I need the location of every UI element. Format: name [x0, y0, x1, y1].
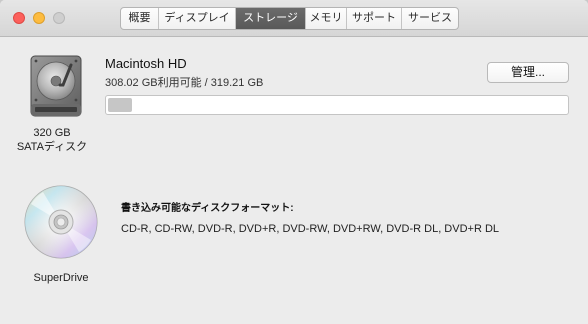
zoom-button[interactable]: [53, 12, 65, 24]
volume-name: Macintosh HD: [105, 56, 187, 71]
volume-usage-text: 308.02 GB利用可能 / 319.21 GB: [105, 77, 264, 89]
optical-disc-icon: [24, 185, 98, 259]
tab-displays[interactable]: ディスプレイ: [159, 8, 236, 29]
manage-button[interactable]: 管理...: [487, 62, 569, 83]
close-button[interactable]: [13, 12, 25, 24]
tab-service[interactable]: サービス: [402, 8, 458, 29]
optical-drive-name: SuperDrive: [33, 272, 89, 284]
disk-type-label: SATAディスク: [16, 141, 88, 153]
storage-usage-fill: [108, 98, 133, 112]
writable-formats-list: CD-R, CD-RW, DVD-R, DVD+R, DVD-RW, DVD+R…: [121, 223, 500, 235]
tab-support[interactable]: サポート: [347, 8, 402, 29]
minimize-button[interactable]: [33, 12, 45, 24]
disk-caption: 320 GB SATAディスク: [10, 126, 94, 154]
hard-drive-icon: [30, 55, 82, 117]
writable-formats-heading: 書き込み可能なディスクフォーマット:: [121, 203, 294, 214]
title-bar: 概要 ディスプレイ ストレージ メモリ サポート サービス: [0, 0, 588, 37]
disk-capacity-label: 320 GB: [33, 127, 71, 139]
tab-storage[interactable]: ストレージ: [236, 8, 306, 29]
tab-memory[interactable]: メモリ: [306, 8, 347, 29]
tab-bar: 概要 ディスプレイ ストレージ メモリ サポート サービス: [120, 7, 459, 30]
about-this-mac-window: 概要 ディスプレイ ストレージ メモリ サポート サービス 320 GB SAT…: [0, 0, 588, 324]
storage-usage-bar: [105, 95, 569, 115]
tab-overview[interactable]: 概要: [121, 8, 159, 29]
